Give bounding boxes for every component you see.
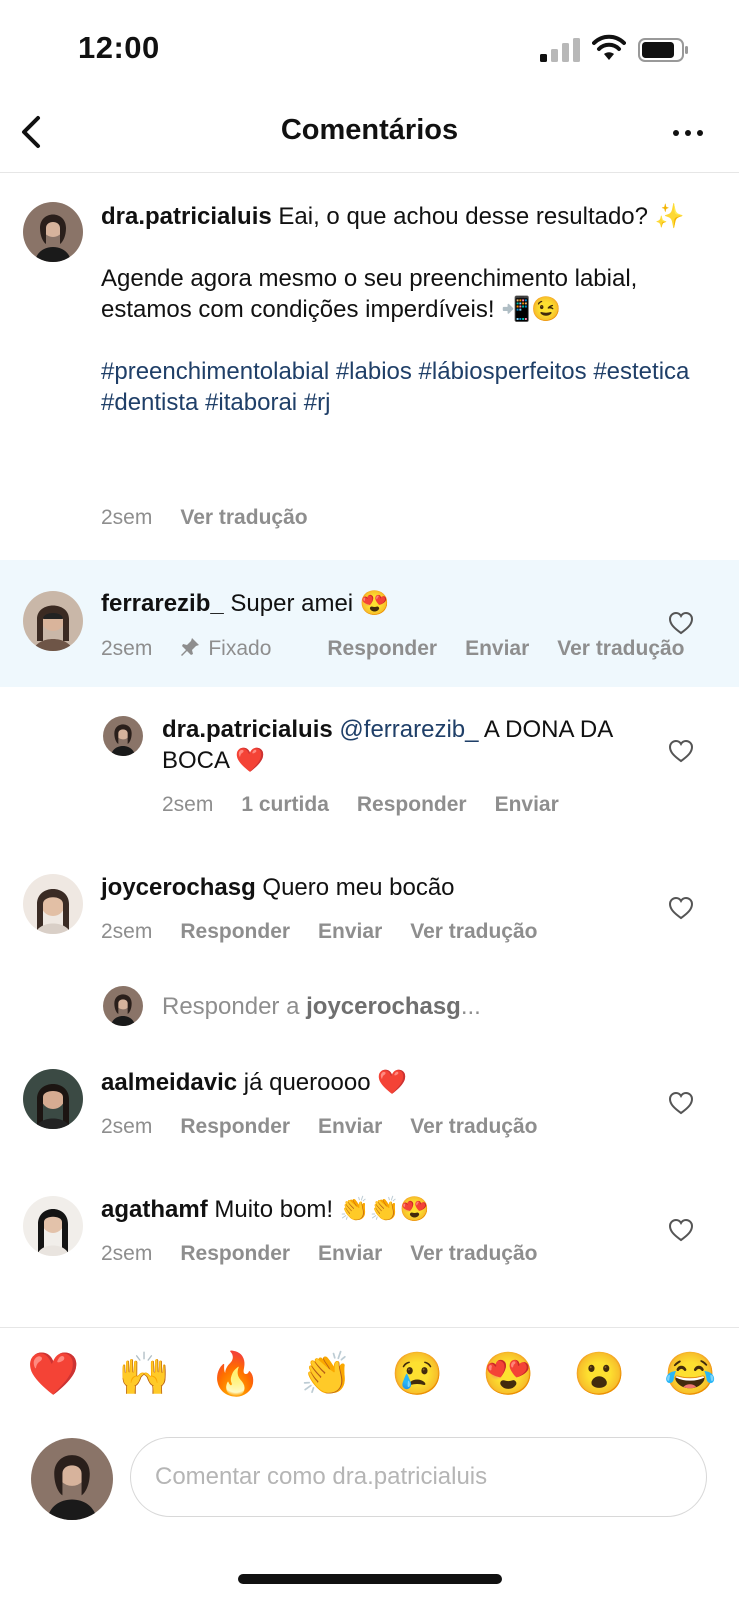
- send-button[interactable]: Enviar: [495, 793, 559, 816]
- comment-time: 2sem: [101, 637, 153, 660]
- emoji-heart-eyes[interactable]: 😍: [482, 1350, 534, 1399]
- more-horizontal-icon[interactable]: [668, 118, 708, 148]
- avatar[interactable]: [103, 716, 143, 756]
- emoji-laughing[interactable]: 😂: [664, 1350, 716, 1399]
- comment-username[interactable]: dra.patricialuis: [162, 716, 333, 743]
- status-bar: 12:00: [0, 0, 739, 100]
- heart-icon[interactable]: [668, 739, 694, 763]
- caption-text: dra.patricialuis Eai, o que achou desse …: [101, 201, 691, 418]
- nav-header: Comentários: [0, 100, 739, 173]
- reply-text: dra.patricialuis @ferrarezib_ A DONA DA …: [162, 714, 640, 776]
- avatar[interactable]: [23, 1069, 83, 1129]
- emoji-quick-bar: ❤️ 🙌 🔥 👏 😢 😍 😮 😂: [0, 1350, 739, 1420]
- comment-time: 2sem: [101, 920, 153, 943]
- reply-button[interactable]: Responder: [327, 637, 437, 660]
- comment-time: 2sem: [101, 1115, 153, 1138]
- translate-link[interactable]: Ver tradução: [557, 637, 684, 660]
- pinned-label: Fixado: [180, 637, 299, 660]
- comment-username[interactable]: aalmeidavic: [101, 1069, 237, 1096]
- heart-icon[interactable]: [668, 611, 694, 635]
- comment-text: agathamf Muito bom! 👏👏😍: [101, 1194, 621, 1225]
- emoji-surprised[interactable]: 😮: [573, 1350, 625, 1399]
- send-button[interactable]: Enviar: [318, 1242, 382, 1265]
- comment-username[interactable]: ferrarezib_: [101, 590, 224, 617]
- caption-line-1: Eai, o que achou desse resultado? ✨: [278, 203, 685, 230]
- comment-meta: 2sem Fixado Responder Enviar Ver tradução: [101, 637, 713, 661]
- translate-link[interactable]: Ver tradução: [180, 506, 307, 529]
- caption-time: 2sem: [101, 506, 153, 529]
- home-indicator[interactable]: [238, 1574, 502, 1584]
- emoji-raised-hands[interactable]: 🙌: [118, 1350, 170, 1399]
- page-title: Comentários: [280, 114, 459, 146]
- emoji-fire[interactable]: 🔥: [209, 1350, 261, 1399]
- comment-username[interactable]: joycerochasg: [101, 874, 256, 901]
- caption-line-2: Agende agora mesmo o seu preenchimento l…: [101, 265, 638, 323]
- comment-input[interactable]: [130, 1437, 707, 1517]
- comment-body: Super amei 😍: [230, 590, 390, 617]
- cellular-signal-icon: [540, 38, 580, 62]
- wifi-icon: [592, 34, 626, 60]
- mention-link[interactable]: @ferrarezib_: [339, 716, 478, 743]
- reply-to-username: joycerochasg: [306, 993, 461, 1020]
- comment-meta: 2sem Responder Enviar Ver tradução: [101, 920, 565, 944]
- send-button[interactable]: Enviar: [318, 1115, 382, 1138]
- comment-text: joycerochasg Quero meu bocão: [101, 872, 621, 903]
- comment-body: Muito bom! 👏👏😍: [214, 1196, 430, 1223]
- reply-button[interactable]: Responder: [180, 920, 290, 943]
- reply-button[interactable]: Responder: [180, 1242, 290, 1265]
- reply-meta: 2sem 1 curtida Responder Enviar: [162, 793, 587, 817]
- emoji-clap[interactable]: 👏: [300, 1350, 352, 1399]
- translate-link[interactable]: Ver tradução: [410, 920, 537, 943]
- comment-time: 2sem: [162, 793, 214, 816]
- avatar[interactable]: [23, 874, 83, 934]
- reply-button[interactable]: Responder: [357, 793, 467, 816]
- caption-meta: 2sem Ver tradução: [101, 506, 336, 530]
- emoji-heart[interactable]: ❤️: [27, 1350, 79, 1399]
- caption-username[interactable]: dra.patricialuis: [101, 203, 272, 230]
- avatar[interactable]: [23, 591, 83, 651]
- emoji-crying[interactable]: 😢: [391, 1350, 443, 1399]
- avatar: [103, 986, 143, 1026]
- caption-hashtags[interactable]: #preenchimentolabial #labios #lábiosperf…: [101, 356, 691, 418]
- comment-body: já queroooo ❤️: [243, 1069, 408, 1096]
- likes-count[interactable]: 1 curtida: [241, 793, 329, 816]
- pinned-comment-row: [0, 560, 739, 687]
- send-button[interactable]: Enviar: [318, 920, 382, 943]
- heart-icon[interactable]: [668, 1218, 694, 1242]
- divider: [0, 1327, 739, 1328]
- comment-meta: 2sem Responder Enviar Ver tradução: [101, 1242, 565, 1266]
- pin-icon: [181, 638, 200, 656]
- reply-button[interactable]: Responder: [180, 1115, 290, 1138]
- heart-icon[interactable]: [668, 896, 694, 920]
- send-button[interactable]: Enviar: [465, 637, 529, 660]
- reply-to-prompt[interactable]: Responder a joycerochasg...: [162, 993, 481, 1021]
- comment-time: 2sem: [101, 1242, 153, 1265]
- avatar[interactable]: [23, 202, 83, 262]
- comment-text: ferrarezib_ Super amei 😍: [101, 588, 621, 619]
- heart-icon[interactable]: [668, 1091, 694, 1115]
- translate-link[interactable]: Ver tradução: [410, 1242, 537, 1265]
- translate-link[interactable]: Ver tradução: [410, 1115, 537, 1138]
- status-time: 12:00: [78, 30, 160, 65]
- battery-icon: [638, 38, 688, 62]
- comment-body: Quero meu bocão: [262, 874, 455, 901]
- avatar: [31, 1438, 113, 1520]
- avatar[interactable]: [23, 1196, 83, 1256]
- comment-text: aalmeidavic já queroooo ❤️: [101, 1067, 621, 1098]
- comment-meta: 2sem Responder Enviar Ver tradução: [101, 1115, 565, 1139]
- comment-username[interactable]: agathamf: [101, 1196, 208, 1223]
